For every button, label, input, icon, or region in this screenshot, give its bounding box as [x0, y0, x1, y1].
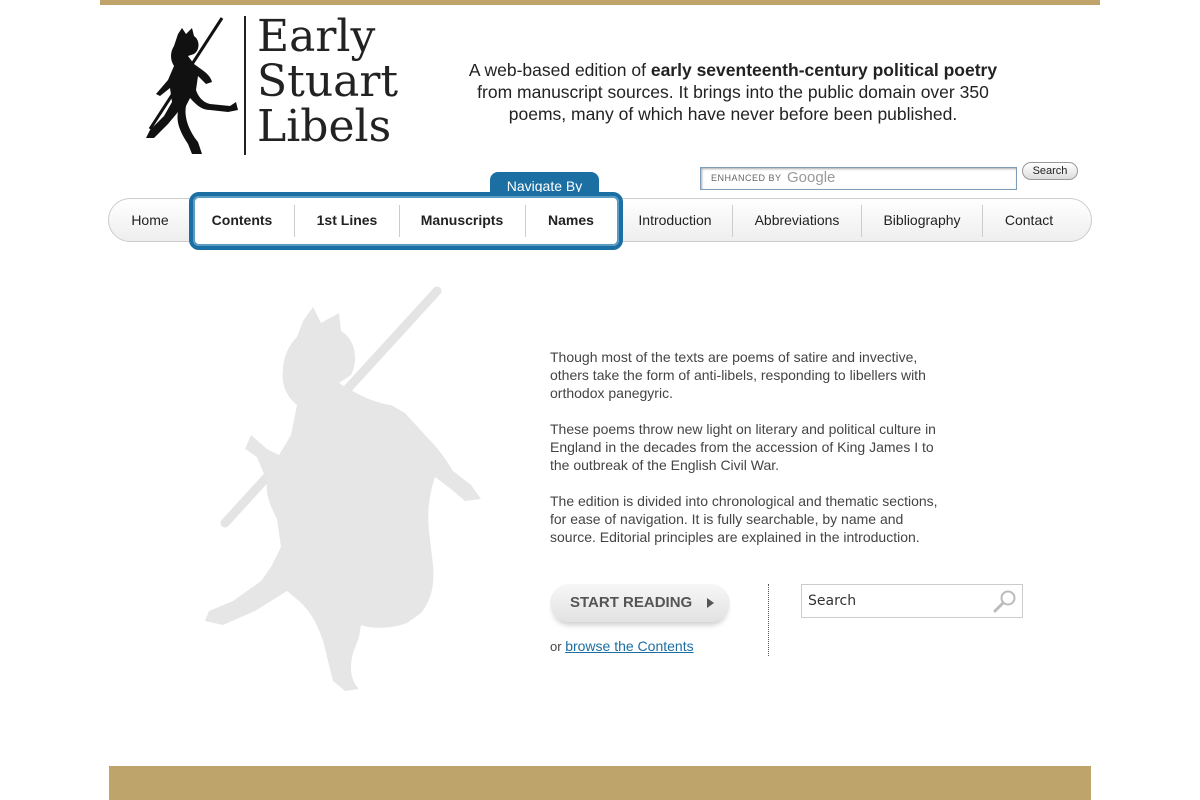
intro-paragraph-2: These poems throw new light on literary …	[550, 421, 936, 473]
footer-gold-bar	[109, 766, 1091, 800]
nav-separator	[732, 205, 733, 237]
search-placeholder: Search	[808, 593, 857, 609]
nav-separator	[399, 205, 400, 237]
logo-line-stuart: Stuart	[257, 56, 399, 107]
logo-line-early: Early	[257, 11, 376, 62]
nav-separator	[294, 205, 295, 237]
nav-abbreviations[interactable]: Abbreviations	[736, 199, 858, 241]
site-logo[interactable]: Early Stuart Libels	[140, 14, 400, 159]
nav-bibliography[interactable]: Bibliography	[864, 199, 980, 241]
intro-text: Though most of the texts are poems of sa…	[550, 348, 945, 564]
nav-separator	[982, 205, 983, 237]
start-reading-button[interactable]: START READING	[550, 584, 730, 622]
nav-separator	[525, 205, 526, 237]
intro-paragraph-1: Though most of the texts are poems of sa…	[550, 349, 926, 401]
browse-contents-line: or browse the Contents	[550, 638, 694, 654]
top-gold-bar	[100, 0, 1100, 5]
tagline-post: from manuscript sources. It brings into …	[477, 82, 989, 124]
nav-contact[interactable]: Contact	[988, 199, 1070, 241]
google-search-input[interactable]: ENHANCED BY Google	[700, 167, 1017, 190]
nav-introduction[interactable]: Introduction	[622, 199, 728, 241]
devil-logo-icon	[146, 17, 238, 154]
logo-divider	[244, 16, 246, 155]
devil-watermark-icon	[205, 286, 481, 691]
nav-first-lines[interactable]: 1st Lines	[298, 199, 396, 241]
dotted-divider	[768, 584, 769, 656]
tagline-bold: early seventeenth-century political poet…	[650, 60, 998, 80]
site-tagline: A web-based edition of early seventeenth…	[455, 59, 1011, 125]
start-reading-label: START READING	[570, 594, 693, 611]
logo-line-libels: Libels	[257, 101, 392, 152]
intro-paragraph-3: The edition is divided into chronologica…	[550, 493, 938, 545]
site-search-input[interactable]: Search	[801, 584, 1023, 618]
nav-names[interactable]: Names	[528, 199, 614, 241]
play-arrow-icon	[707, 598, 714, 608]
logo-wordmark: Early Stuart Libels	[257, 14, 398, 149]
nav-manuscripts[interactable]: Manuscripts	[402, 199, 522, 241]
nav-home[interactable]: Home	[118, 199, 182, 241]
nav-separator	[861, 205, 862, 237]
google-search-button[interactable]: Search	[1022, 162, 1078, 180]
nav-contents[interactable]: Contents	[198, 199, 286, 241]
enhanced-by-label: ENHANCED BY	[711, 173, 782, 183]
magnifier-icon[interactable]	[992, 589, 1018, 613]
google-wordmark: Google	[787, 169, 836, 186]
or-label: or	[550, 639, 562, 654]
browse-contents-link[interactable]: browse the Contents	[565, 638, 693, 654]
tagline-pre: A web-based edition of	[468, 60, 651, 80]
